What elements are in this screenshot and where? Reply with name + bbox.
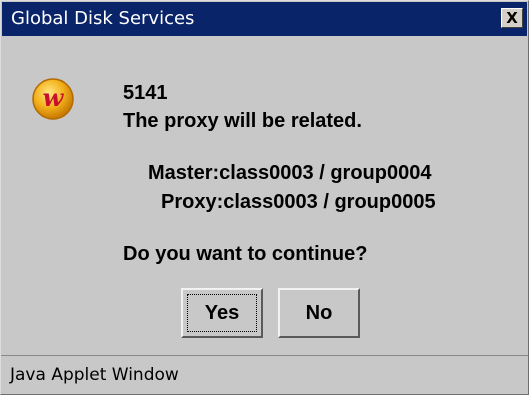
app-logo-icon: w: [32, 78, 74, 120]
message-code: 5141: [123, 82, 168, 104]
status-text: Java Applet Window: [10, 365, 179, 385]
svg-text:w: w: [43, 83, 65, 112]
message-text: The proxy will be related.: [123, 110, 362, 132]
dialog-window: Global Disk Services X w 5141 The proxy …: [0, 0, 529, 395]
no-button[interactable]: No: [278, 288, 360, 338]
title-bar[interactable]: Global Disk Services X: [2, 2, 527, 36]
proxy-detail: Proxy:class0003 / group0005: [161, 191, 436, 213]
window-title: Global Disk Services: [11, 8, 195, 29]
yes-button[interactable]: Yes: [181, 288, 263, 338]
close-button[interactable]: X: [501, 8, 523, 28]
close-icon: X: [506, 8, 518, 27]
confirm-question: Do you want to continue?: [123, 243, 368, 265]
status-bar: Java Applet Window: [1, 355, 528, 394]
master-detail: Master:class0003 / group0004: [148, 162, 432, 184]
